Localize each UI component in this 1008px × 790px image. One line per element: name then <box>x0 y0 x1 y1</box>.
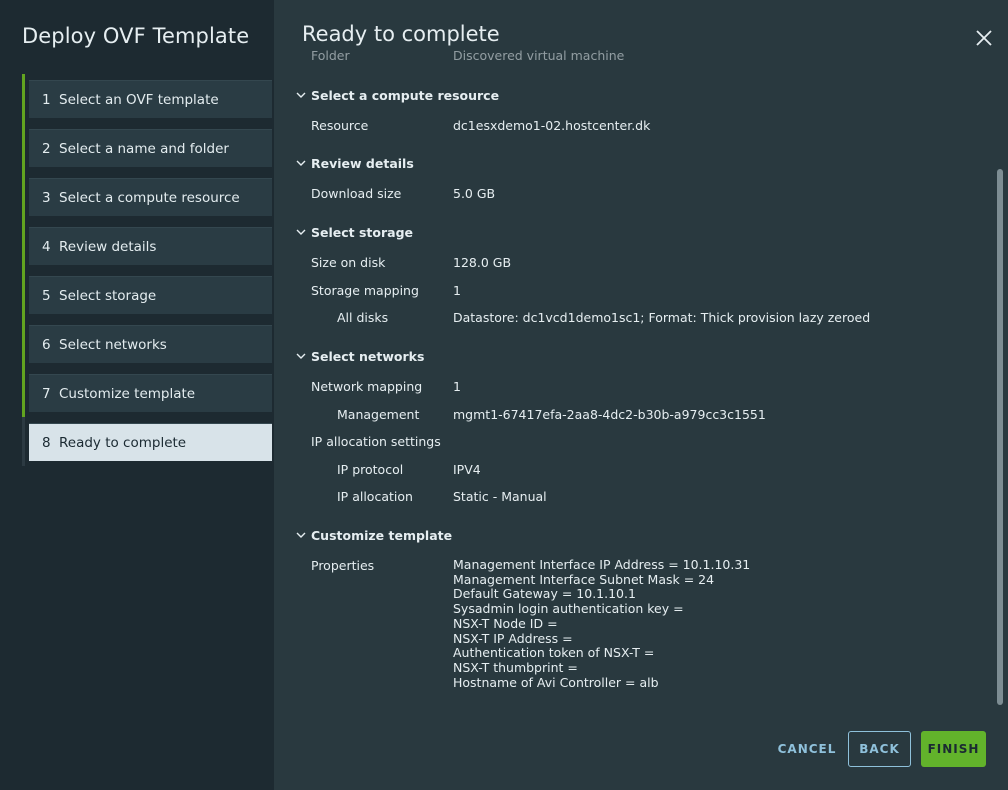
page-title: Ready to complete <box>302 22 500 46</box>
management-label: Management <box>337 407 420 422</box>
section-title: Select networks <box>311 349 425 364</box>
storage-mapping-value: 1 <box>453 283 461 298</box>
close-button[interactable] <box>974 28 994 48</box>
back-button[interactable]: BACK <box>848 731 911 767</box>
size-on-disk-value: 128.0 GB <box>453 255 512 270</box>
cancel-button[interactable]: CANCEL <box>772 731 842 767</box>
property-line: Hostname of Avi Controller = alb <box>453 674 659 690</box>
step-label: Select networks <box>59 336 167 353</box>
ip-allocation-label: IP allocation <box>337 489 413 504</box>
step-number: 6 <box>42 336 51 353</box>
step-label: Select a compute resource <box>59 189 240 206</box>
download-size-value: 5.0 GB <box>453 186 496 201</box>
ip-allocation-value: Static - Manual <box>453 489 547 504</box>
wizard-sidebar: Deploy OVF Template 1 Select an OVF temp… <box>0 0 274 790</box>
chevron-down-icon <box>296 160 306 166</box>
section-customize-toggle[interactable]: Customize template <box>296 528 452 543</box>
property-line: Management Interface Subnet Mask = 24 <box>453 571 715 587</box>
resource-value: dc1esxdemo1-02.hostcenter.dk <box>453 118 651 133</box>
step-3[interactable]: 3 Select a compute resource <box>29 178 272 216</box>
chevron-down-icon <box>296 532 306 538</box>
section-title: Select storage <box>311 225 414 240</box>
section-networks-toggle[interactable]: Select networks <box>296 349 424 364</box>
chevron-down-icon <box>296 92 306 98</box>
step-number: 7 <box>42 385 51 402</box>
all-disks-label: All disks <box>337 310 389 325</box>
step-number: 5 <box>42 287 51 304</box>
step-label: Select an OVF template <box>59 91 219 108</box>
property-line: Sysadmin login authentication key = <box>453 601 684 617</box>
step-progress-rail <box>22 74 25 466</box>
chevron-down-icon <box>296 353 306 359</box>
all-disks-value: Datastore: dc1vcd1demo1sc1; Format: Thic… <box>453 310 871 325</box>
section-compute-toggle[interactable]: Select a compute resource <box>296 88 499 103</box>
properties-list: Management Interface IP Address = 10.1.1… <box>453 557 751 690</box>
ip-protocol-value: IPV4 <box>453 462 481 477</box>
step-7[interactable]: 7 Customize template <box>29 374 272 412</box>
step-label: Customize template <box>59 385 196 402</box>
step-2[interactable]: 2 Select a name and folder <box>29 129 272 167</box>
chevron-down-icon <box>296 229 306 235</box>
step-number: 4 <box>42 238 51 255</box>
property-line: NSX-T thumbprint = <box>453 659 578 675</box>
storage-mapping-label: Storage mapping <box>311 283 419 298</box>
close-icon <box>976 30 992 46</box>
folder-label: Folder <box>311 48 350 63</box>
property-line: NSX-T IP Address = <box>453 630 573 646</box>
property-line: Authentication token of NSX-T = <box>453 645 655 661</box>
step-number: 3 <box>42 189 51 206</box>
step-4[interactable]: 4 Review details <box>29 227 272 265</box>
step-6[interactable]: 6 Select networks <box>29 325 272 363</box>
step-number: 8 <box>42 434 51 451</box>
step-1[interactable]: 1 Select an OVF template <box>29 80 272 118</box>
step-progress-done <box>22 74 25 417</box>
properties-label: Properties <box>311 558 375 573</box>
size-on-disk-label: Size on disk <box>311 255 386 270</box>
network-mapping-value: 1 <box>453 379 461 394</box>
wizard-content: Ready to complete Folder Discovered virt… <box>274 0 1008 790</box>
property-line: Management Interface IP Address = 10.1.1… <box>453 557 751 572</box>
property-line: Default Gateway = 10.1.10.1 <box>453 586 636 602</box>
step-5[interactable]: 5 Select storage <box>29 276 272 314</box>
step-8-active[interactable]: 8 Ready to complete <box>29 423 272 461</box>
section-title: Customize template <box>311 528 453 543</box>
step-number: 2 <box>42 140 51 157</box>
wizard-title: Deploy OVF Template <box>22 24 250 48</box>
resource-label: Resource <box>311 118 369 133</box>
finish-button[interactable]: FINISH <box>921 731 986 767</box>
ip-protocol-label: IP protocol <box>337 462 404 477</box>
download-size-label: Download size <box>311 186 402 201</box>
section-title: Review details <box>311 156 414 171</box>
step-label: Select a name and folder <box>59 140 229 157</box>
property-line: NSX-T Node ID = <box>453 615 558 631</box>
step-number: 1 <box>42 91 51 108</box>
step-label: Ready to complete <box>59 434 187 451</box>
vertical-scrollbar[interactable] <box>997 57 1003 705</box>
review-scroll-area[interactable]: Folder Discovered virtual machine Select… <box>274 46 996 708</box>
folder-value: Discovered virtual machine <box>453 48 625 63</box>
network-mapping-label: Network mapping <box>311 379 423 394</box>
step-label: Select storage <box>59 287 157 304</box>
section-title: Select a compute resource <box>311 88 500 103</box>
section-storage-toggle[interactable]: Select storage <box>296 225 413 240</box>
step-label: Review details <box>59 238 157 255</box>
scrollbar-thumb[interactable] <box>997 169 1003 705</box>
ip-allocation-settings-label: IP allocation settings <box>311 434 441 449</box>
section-review-toggle[interactable]: Review details <box>296 156 414 171</box>
management-value: mgmt1-67417efa-2aa8-4dc2-b30b-a979cc3c15… <box>453 407 766 422</box>
